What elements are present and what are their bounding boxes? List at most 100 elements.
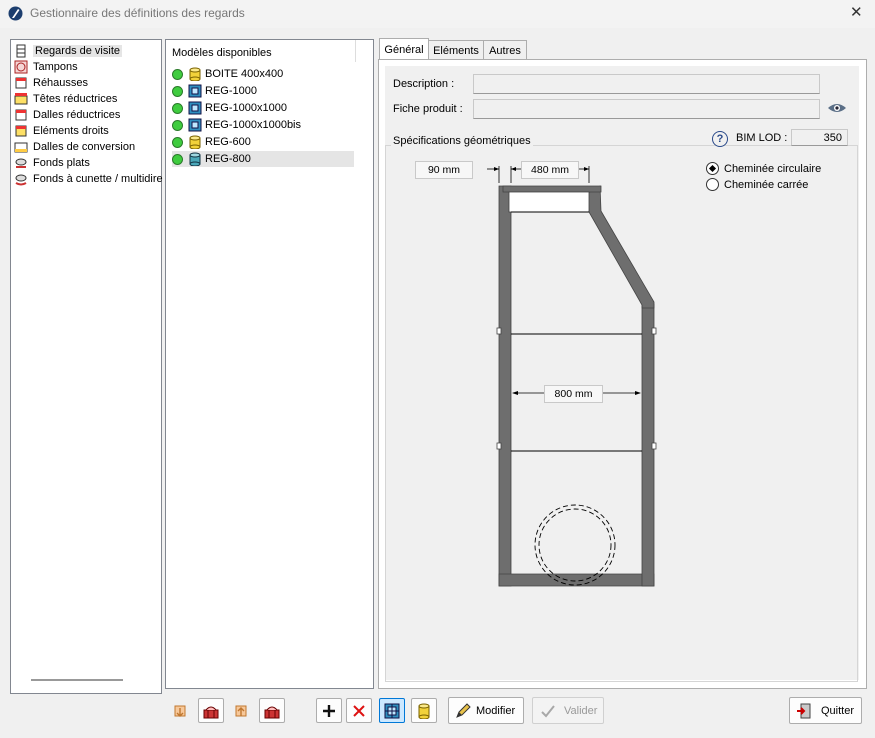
dim-offset-label: 90 mm	[415, 161, 473, 179]
title-bar: Gestionnaire des définitions des regards…	[0, 0, 875, 28]
square-grid-icon	[188, 84, 202, 98]
manhole-icon	[14, 44, 28, 58]
green-status-icon	[172, 102, 183, 114]
tab-general[interactable]: Général	[379, 38, 429, 60]
straight-element-icon	[14, 124, 28, 138]
tree-item[interactable]: Eléments droits	[14, 123, 109, 139]
exit-door-icon	[797, 703, 811, 718]
green-status-icon	[172, 119, 183, 131]
tab-elements[interactable]: Eléments	[428, 40, 484, 60]
tree-item-label: Fonds à cunette / multidire	[33, 173, 163, 185]
header-divider	[355, 40, 356, 62]
conversion-slab-icon	[14, 140, 28, 154]
help-icon[interactable]: ?	[712, 131, 728, 147]
tree-item-label: Dalles réductrices	[33, 109, 121, 121]
checkmark-icon	[541, 704, 555, 717]
model-list-item[interactable]: REG-1000x1000bis	[172, 117, 354, 133]
quit-button[interactable]: Quitter	[789, 697, 862, 724]
tree-item-label: Dalles de conversion	[33, 141, 136, 153]
red-x-icon	[353, 704, 365, 717]
channel-bottom-icon	[14, 172, 28, 186]
model-item-label: REG-800	[205, 153, 251, 165]
model-item-label: REG-600	[205, 136, 251, 148]
tree-item[interactable]: Fonds à cunette / multidire	[14, 171, 163, 187]
tree-item-label: Regards de visite	[33, 45, 122, 57]
green-status-icon	[172, 68, 183, 80]
model-list-item[interactable]: REG-800	[172, 151, 354, 167]
tree-item-label: Têtes réductrices	[33, 93, 118, 105]
model-item-label: REG-1000x1000	[205, 102, 287, 114]
tree-item-label: Réhausses	[33, 77, 89, 89]
dim-top-label: 480 mm	[521, 161, 579, 179]
eye-icon[interactable]	[825, 97, 849, 118]
plus-icon	[323, 704, 335, 717]
cover-icon	[14, 60, 28, 74]
tree-item[interactable]: Dalles de conversion	[14, 139, 135, 155]
dim-inner-label: 800 mm	[544, 385, 603, 403]
tree-item-label: Fonds plats	[33, 157, 90, 169]
tree-item[interactable]: Têtes réductrices	[14, 91, 117, 107]
model-item-label: BOITE 400x400	[205, 68, 284, 80]
export-cover-button[interactable]	[229, 699, 253, 723]
tree-item[interactable]: Dalles réductrices	[14, 107, 120, 123]
tree-item[interactable]: Regards de visite	[14, 43, 122, 59]
models-header: Modèles disponibles	[172, 47, 272, 59]
model-list-item[interactable]: BOITE 400x400	[172, 66, 354, 82]
model-item-label: REG-1000	[205, 85, 257, 97]
reducer-head-icon	[14, 92, 28, 106]
cover-tool-button-2[interactable]	[259, 698, 285, 723]
horizontal-scrollbar[interactable]	[31, 679, 123, 681]
model-item-label: REG-1000x1000bis	[205, 119, 302, 131]
fiche-produit-field[interactable]	[473, 99, 820, 119]
radio-unchecked-icon	[706, 178, 719, 191]
model-list-item[interactable]: REG-1000x1000	[172, 100, 354, 116]
green-status-icon	[172, 136, 183, 148]
tree-item[interactable]: Réhausses	[14, 75, 88, 91]
model-list-item[interactable]: REG-1000	[172, 83, 354, 99]
square-grid-icon	[188, 101, 202, 115]
radio-cheminee-circulaire[interactable]: Cheminée circulaire	[706, 162, 821, 175]
square-grid-icon	[384, 703, 400, 718]
import-cover-button[interactable]	[168, 699, 192, 723]
bim-lod-field[interactable]: 350	[791, 129, 848, 146]
window-title: Gestionnaire des définitions des regards	[30, 6, 245, 20]
tree-item[interactable]: Fonds plats	[14, 155, 90, 171]
close-icon[interactable]: ✕	[850, 3, 863, 21]
fiche-label: Fiche produit :	[393, 103, 463, 115]
tree-item[interactable]: Tampons	[14, 59, 78, 75]
radio-cheminee-carree[interactable]: Cheminée carrée	[706, 178, 808, 191]
teal-cylinder-icon	[188, 152, 202, 167]
reducer-slab-icon	[14, 108, 28, 122]
manhole-cover-icon	[203, 706, 219, 718]
description-field[interactable]	[473, 74, 820, 94]
tree-item-label: Eléments droits	[33, 125, 109, 137]
tree-item-label: Tampons	[33, 61, 78, 73]
app-logo-icon	[8, 6, 23, 21]
square-grid-icon	[188, 118, 202, 132]
yellow-cylinder-icon	[188, 135, 202, 150]
export-arrow-icon	[235, 705, 247, 717]
yellow-cylinder-icon	[188, 67, 202, 82]
tab-autres[interactable]: Autres	[483, 40, 527, 60]
validate-button[interactable]: Valider	[532, 697, 604, 724]
green-status-icon	[172, 153, 183, 165]
cylinder-model-button[interactable]	[411, 698, 437, 723]
delete-button[interactable]	[346, 698, 372, 723]
flat-bottom-icon	[14, 156, 28, 170]
models-panel: Modèles disponibles BOITE 400x400 REG-100…	[165, 39, 374, 689]
radio-checked-icon	[706, 162, 719, 175]
green-status-icon	[172, 85, 183, 97]
manhole-cover-icon	[264, 706, 280, 718]
specs-group	[385, 145, 858, 682]
square-model-button[interactable]	[379, 698, 405, 723]
description-label: Description :	[393, 78, 455, 90]
pencil-icon	[456, 702, 471, 718]
modify-button[interactable]: Modifier	[448, 697, 524, 724]
add-button[interactable]	[316, 698, 342, 723]
cover-tool-button[interactable]	[198, 698, 224, 723]
model-list-item[interactable]: REG-600	[172, 134, 354, 150]
yellow-cylinder-icon	[418, 703, 430, 719]
specs-label: Spécifications géométriques	[391, 135, 533, 147]
category-tree[interactable]: Regards de visite Tampons Réhausses Têtes r…	[10, 39, 163, 694]
bim-lod-label: BIM LOD :	[736, 132, 788, 144]
